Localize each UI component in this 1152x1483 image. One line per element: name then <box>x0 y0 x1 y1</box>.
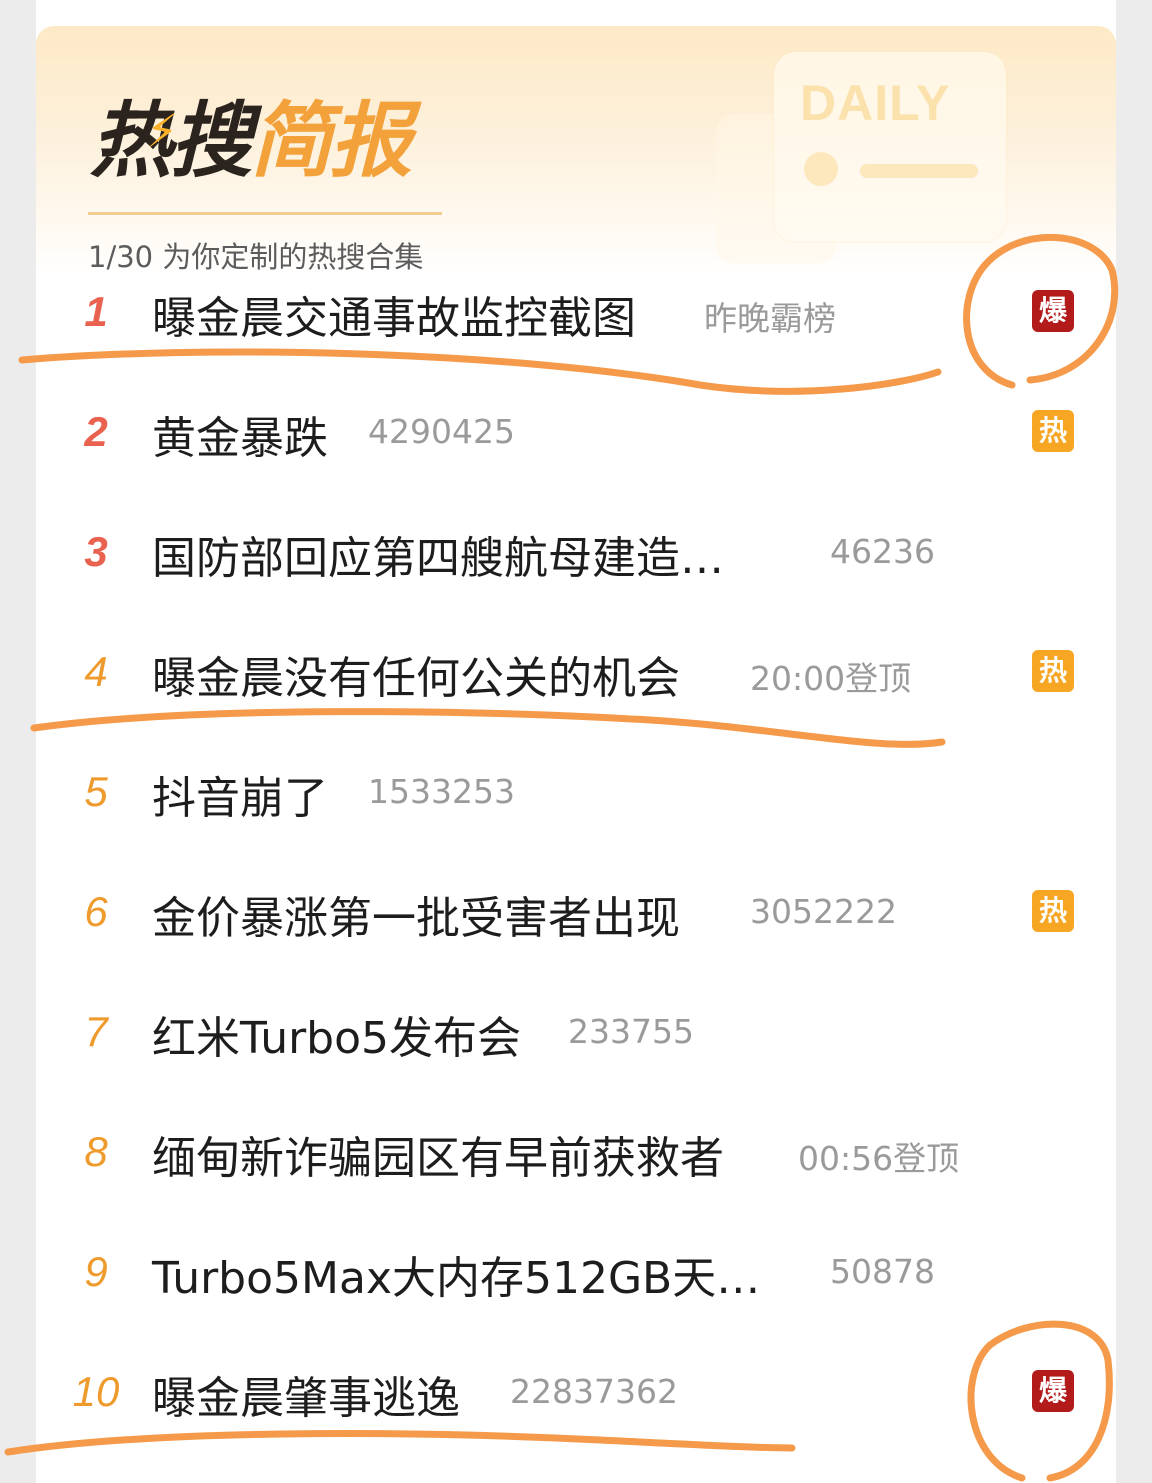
list-item[interactable]: 5 抖音崩了 1533253 <box>36 732 1116 852</box>
item-title[interactable]: 曝金晨没有任何公关的机会 <box>152 642 680 706</box>
list-item[interactable]: 9 Turbo5Max大内存512GB天… 50878 <box>36 1212 1116 1332</box>
item-meta: 46236 <box>830 532 935 571</box>
hot-search-logo: ⚡ 热搜 简报 <box>90 78 412 189</box>
hot-badge: 热 <box>1032 890 1074 932</box>
list-item[interactable]: 6 金价暴涨第一批受害者出现 3052222 热 <box>36 852 1116 972</box>
item-meta: 4290425 <box>368 412 515 451</box>
logo-divider <box>88 212 442 215</box>
rank-number: 10 <box>72 1368 120 1415</box>
item-meta: 20:00登顶 <box>750 659 912 698</box>
item-title[interactable]: 红米Turbo5发布会 <box>152 1002 521 1066</box>
list-item[interactable]: 2 黄金暴跌 4290425 热 <box>36 372 1116 492</box>
item-title[interactable]: 曝金晨交通事故监控截图 <box>152 282 636 346</box>
item-meta: 22837362 <box>510 1372 678 1411</box>
item-title[interactable]: Turbo5Max大内存512GB天… <box>152 1242 760 1306</box>
hot-badge: 热 <box>1032 650 1074 692</box>
explosive-badge: 爆 <box>1032 1370 1074 1412</box>
list-item[interactable]: 10 曝金晨肇事逃逸 22837362 爆 <box>36 1332 1116 1452</box>
list-item[interactable]: 7 红米Turbo5发布会 233755 <box>36 972 1116 1092</box>
rank-number: 2 <box>84 408 108 455</box>
rank-number: 5 <box>84 768 108 815</box>
rank-number: 4 <box>84 648 108 695</box>
rank-number: 6 <box>84 888 108 935</box>
item-meta: 00:56登顶 <box>798 1139 960 1178</box>
list-item[interactable]: 3 国防部回应第四艘航母建造… 46236 <box>36 492 1116 612</box>
logo-text-brief: 简报 <box>250 93 412 189</box>
lightning-icon: ⚡ <box>146 104 178 158</box>
rank-number: 7 <box>84 1008 108 1055</box>
list-item[interactable]: 4 曝金晨没有任何公关的机会 20:00登顶 热 <box>36 612 1116 732</box>
daily-card-decoration: DAILY <box>774 52 1006 242</box>
item-meta: 233755 <box>568 1012 694 1051</box>
explosive-badge: 爆 <box>1032 290 1074 332</box>
daily-label: DAILY <box>800 75 951 131</box>
item-meta: 昨晚霸榜 <box>704 299 836 338</box>
hot-search-header: DAILY ⚡ 热搜 简报 1/30 为你定制的热搜合集 <box>36 26 1116 276</box>
list-item[interactable]: 1 曝金晨交通事故监控截图 昨晚霸榜 爆 <box>36 252 1116 372</box>
item-title[interactable]: 金价暴涨第一批受害者出现 <box>152 882 680 946</box>
rank-number: 3 <box>84 528 108 575</box>
item-title[interactable]: 缅甸新诈骗园区有早前获救者 <box>152 1122 724 1186</box>
item-meta: 1533253 <box>368 772 515 811</box>
daily-bar-decoration <box>860 164 978 178</box>
hot-badge: 热 <box>1032 410 1074 452</box>
list-item[interactable]: 8 缅甸新诈骗园区有早前获救者 00:56登顶 <box>36 1092 1116 1212</box>
rank-number: 1 <box>84 288 108 335</box>
rank-number: 8 <box>84 1128 108 1175</box>
item-meta: 50878 <box>830 1252 935 1291</box>
item-title[interactable]: 抖音崩了 <box>152 762 328 826</box>
item-title[interactable]: 黄金暴跌 <box>152 402 328 466</box>
item-title[interactable]: 曝金晨肇事逃逸 <box>152 1362 460 1426</box>
item-meta: 3052222 <box>750 892 897 931</box>
rank-number: 9 <box>84 1248 108 1295</box>
item-title[interactable]: 国防部回应第四艘航母建造… <box>152 522 724 586</box>
flame-icon <box>804 152 838 186</box>
hot-search-page: DAILY ⚡ 热搜 简报 1/30 为你定制的热搜合集 1 曝金晨交通事故监控… <box>36 0 1116 1483</box>
